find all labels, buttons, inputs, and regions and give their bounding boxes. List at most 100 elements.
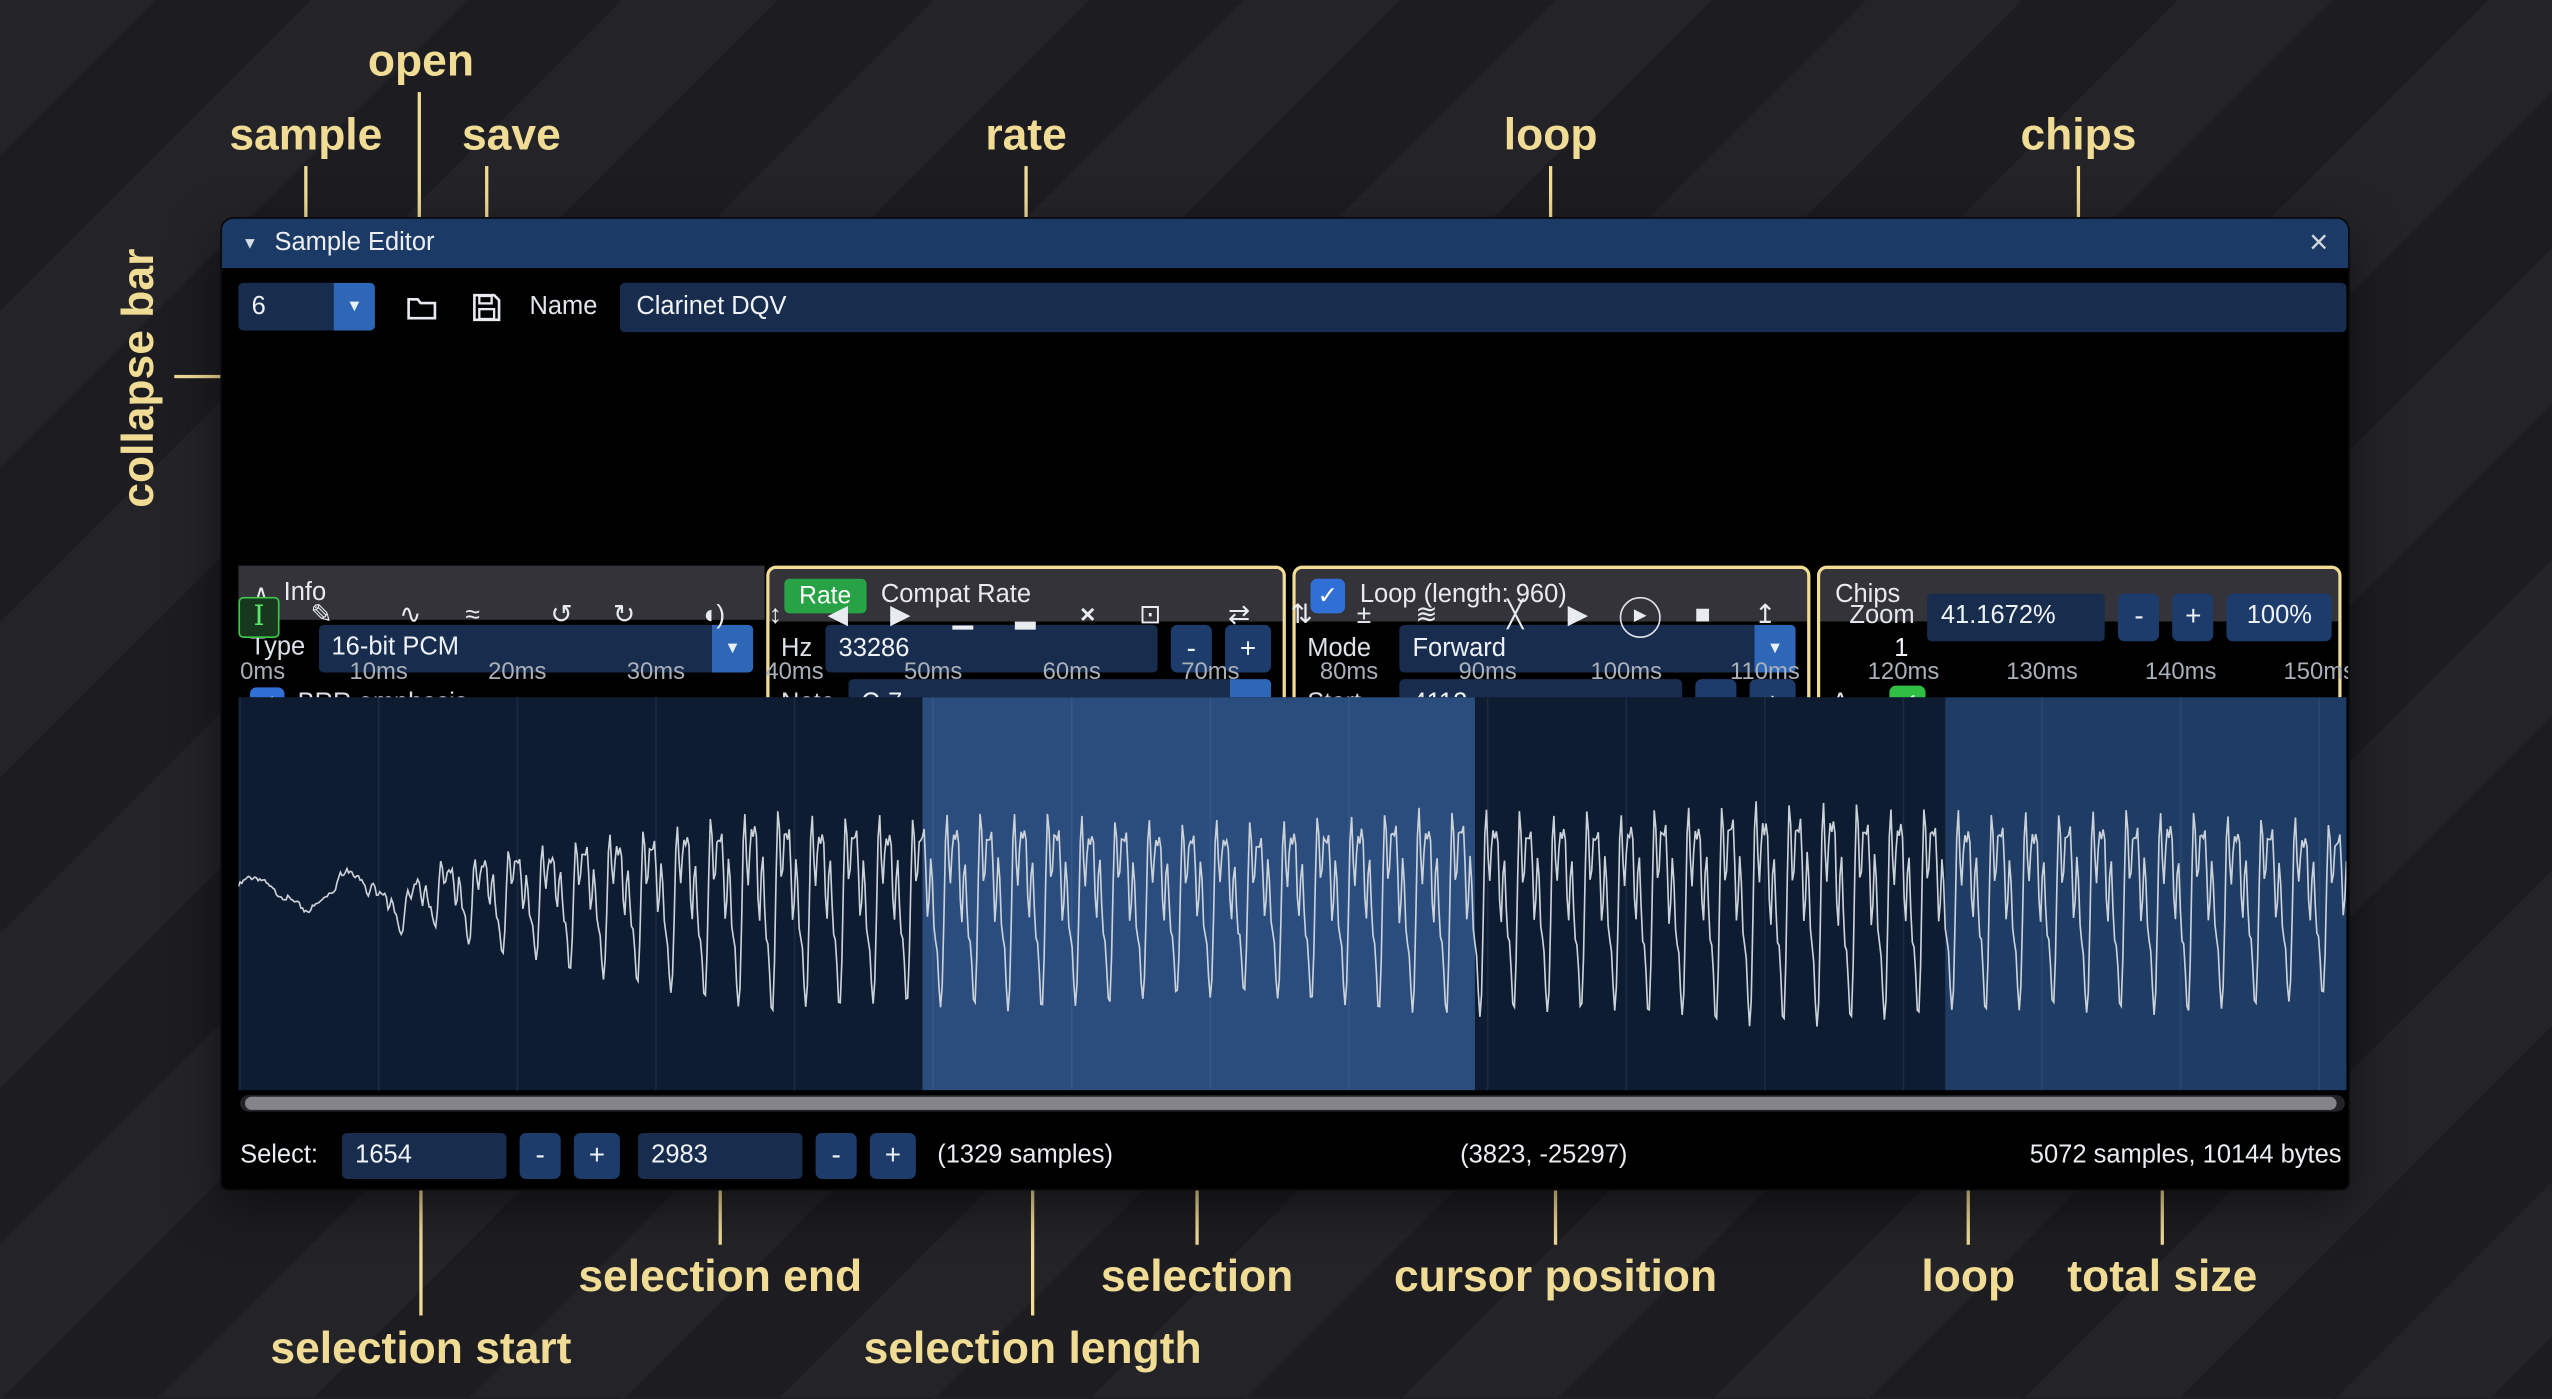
selection-end-minus-button[interactable]: -: [816, 1133, 857, 1179]
invert-button[interactable]: ⇅: [1281, 596, 1322, 637]
apply-silence-icon: ▂: [1015, 603, 1035, 629]
annotation-chips: chips: [2020, 107, 2136, 163]
annotation-line-selection-start: [419, 1189, 422, 1316]
window-title: Sample Editor: [274, 229, 434, 259]
preview-selection-icon: ▶: [1634, 608, 1647, 624]
cursor-position-text: (3823, -25297): [1460, 1131, 1627, 1180]
statusbar: Select: 1654 - + 2983 - + (1329 samples)…: [222, 1131, 2348, 1180]
amplify-icon: ◖): [700, 603, 725, 629]
edit-draw-button[interactable]: ✎: [301, 596, 342, 637]
edit-select-icon: I: [253, 603, 264, 631]
selection-start-minus-button[interactable]: -: [520, 1133, 561, 1179]
name-label: Name: [529, 283, 597, 332]
reverse-icon: ⇄: [1228, 603, 1250, 629]
ruler-label: 0ms: [240, 659, 285, 685]
stop-preview-button[interactable]: ■: [1682, 596, 1723, 637]
selection-start-input[interactable]: 1654: [342, 1133, 506, 1179]
fade-in-button[interactable]: ◀: [817, 596, 858, 637]
ruler-label: 100ms: [1590, 659, 1662, 685]
crossfade-loop-button[interactable]: ╳: [1495, 596, 1536, 637]
sign-flip-icon: ±: [1357, 603, 1371, 629]
annotation-collapse-bar: collapse bar: [110, 249, 166, 508]
stage: open sample save rate loop chips collaps…: [0, 0, 2552, 1399]
toolbar-icons: I ✎ ∿ ≈ ↺ ↻ ◖) ↕ ◀ ▶ ▁ ▂ × ⊡ ⇄ ⇅ ± ≋ ╳ ▶ ▶ ■ ↥: [238, 596, 1785, 637]
chevron-down-icon: ▼: [334, 283, 375, 331]
ruler-label: 40ms: [765, 659, 823, 685]
zoom-in-button[interactable]: +: [2173, 593, 2214, 641]
scrollbar-thumb[interactable]: [245, 1097, 2337, 1110]
filter-icon: ≋: [1415, 603, 1437, 629]
ruler-label: 50ms: [904, 659, 962, 685]
annotation-rate: rate: [985, 107, 1066, 163]
ruler-label: 110ms: [1730, 659, 1800, 685]
fade-out-icon: ▶: [890, 603, 910, 629]
select-label: Select:: [240, 1131, 318, 1180]
ruler-label: 130ms: [2006, 659, 2078, 685]
sign-flip-button[interactable]: ±: [1343, 596, 1384, 637]
normalize-button[interactable]: ↕: [755, 596, 796, 637]
timeline-ruler: 0ms10ms20ms30ms40ms50ms60ms70ms80ms90ms1…: [222, 653, 2348, 696]
insert-silence-icon: ▁: [953, 603, 973, 629]
sample-name-input[interactable]: Clarinet DQV: [620, 283, 2347, 332]
amplify-button[interactable]: ◖): [692, 596, 733, 637]
crossfade-icon: ≈: [466, 603, 480, 629]
sample-number: 6: [238, 283, 333, 331]
zoom-cluster: Zoom 41.1672% - + 100%: [1849, 593, 2331, 641]
ruler-label: 150ms: [2284, 659, 2349, 685]
annotation-selection-end: selection end: [578, 1248, 862, 1304]
redo-button[interactable]: ↻: [603, 596, 644, 637]
selection-end-input[interactable]: 2983: [638, 1133, 802, 1179]
annotation-sample: sample: [229, 107, 382, 163]
titlebar[interactable]: ▼ Sample Editor ×: [222, 219, 2348, 268]
annotation-selection: selection: [1101, 1248, 1293, 1304]
trim-icon: ⊡: [1139, 603, 1161, 629]
total-size-text: 5072 samples, 10144 bytes: [2030, 1131, 2342, 1180]
reverse-button[interactable]: ⇄: [1218, 596, 1259, 637]
annotation-line-selection-length: [1031, 1189, 1034, 1316]
resample-button[interactable]: ∿: [390, 596, 431, 637]
import-button[interactable]: ↥: [1745, 596, 1786, 637]
preview-button[interactable]: ▶: [1557, 596, 1598, 637]
annotation-cursor-position: cursor position: [1394, 1248, 1717, 1304]
apply-silence-button[interactable]: ▂: [1005, 596, 1046, 637]
ruler-label: 120ms: [1868, 659, 1940, 685]
crossfade-button[interactable]: ≈: [452, 596, 493, 637]
insert-silence-button[interactable]: ▁: [942, 596, 983, 637]
import-icon: ↥: [1754, 603, 1776, 629]
resample-icon: ∿: [399, 603, 421, 629]
ruler-label: 30ms: [627, 659, 685, 685]
save-button[interactable]: [464, 284, 510, 330]
annotation-loop: loop: [1504, 107, 1598, 163]
zoom-reset-button[interactable]: 100%: [2227, 593, 2332, 641]
save-icon: [472, 293, 502, 323]
ruler-label: 20ms: [488, 659, 546, 685]
open-button[interactable]: [398, 284, 444, 330]
trim-button[interactable]: ⊡: [1130, 596, 1171, 637]
selection-start-plus-button[interactable]: +: [574, 1133, 620, 1179]
window-collapse-icon[interactable]: ▼: [242, 234, 258, 252]
waveform-view[interactable]: [238, 697, 2346, 1090]
selection-end-plus-button[interactable]: +: [870, 1133, 916, 1179]
sample-editor-window: ▼ Sample Editor × 6 ▼ Name Clarinet DQV: [222, 219, 2348, 1189]
sample-toolbar: I ✎ ∿ ≈ ↺ ↻ ◖) ↕ ◀ ▶ ▁ ▂ × ⊡ ⇄ ⇅ ± ≋ ╳ ▶ ▶ ■ ↥ Zoom 41.1672% -…: [222, 589, 2348, 645]
fade-out-button[interactable]: ▶: [880, 596, 921, 637]
preview-selection-button[interactable]: ▶: [1620, 596, 1661, 637]
delete-icon: ×: [1080, 603, 1095, 629]
ruler-label: 90ms: [1458, 659, 1516, 685]
filter-button[interactable]: ≋: [1406, 596, 1447, 637]
zoom-input[interactable]: 41.1672%: [1928, 593, 2106, 641]
edit-select-button[interactable]: I: [238, 596, 279, 637]
close-icon[interactable]: ×: [2309, 227, 2328, 260]
ruler-label: 80ms: [1320, 659, 1378, 685]
crossfade-loop-icon: ╳: [1507, 603, 1523, 629]
ruler-label: 70ms: [1181, 659, 1239, 685]
preview-icon: ▶: [1568, 603, 1588, 629]
zoom-out-button[interactable]: -: [2118, 593, 2159, 641]
horizontal-scrollbar[interactable]: [240, 1095, 2345, 1111]
sample-selector[interactable]: 6 ▼: [238, 283, 374, 331]
ruler-label: 60ms: [1043, 659, 1101, 685]
undo-icon: ↺: [551, 603, 573, 629]
undo-button[interactable]: ↺: [541, 596, 582, 637]
delete-button[interactable]: ×: [1067, 596, 1108, 637]
annotation-selection-start: selection start: [270, 1320, 571, 1376]
